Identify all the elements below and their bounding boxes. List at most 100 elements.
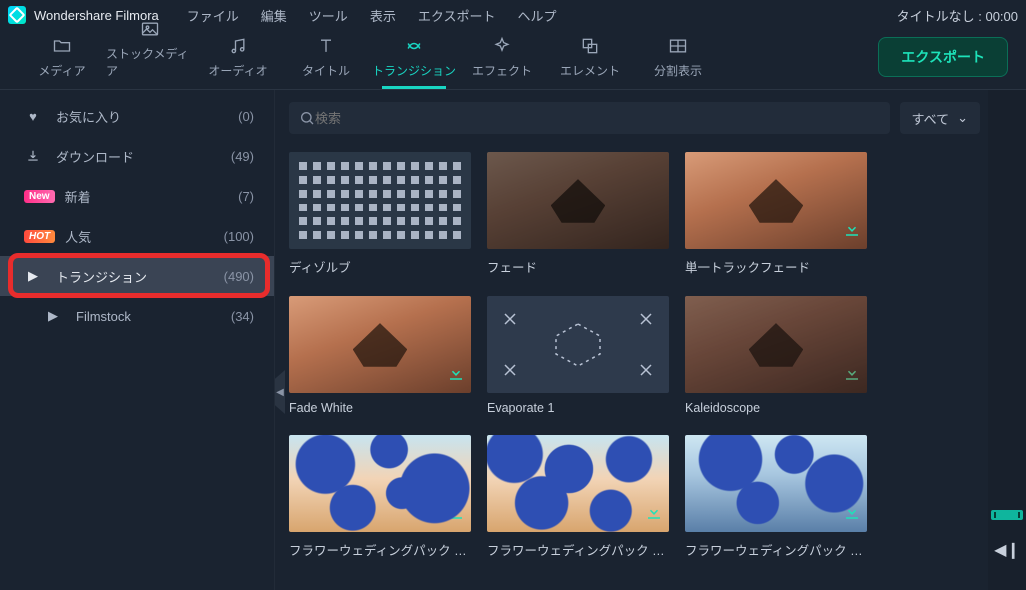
menu-export[interactable]: エクスポート — [418, 6, 496, 25]
split-icon — [668, 36, 688, 56]
tab-label: トランジション — [372, 62, 456, 79]
play-icon: ▶ — [24, 268, 42, 284]
download-icon — [843, 503, 861, 526]
tab-audio[interactable]: オーディオ — [194, 36, 282, 89]
layers-icon — [580, 36, 600, 56]
sidebar-label: 人気 — [65, 227, 91, 246]
tab-elements[interactable]: エレメント — [546, 36, 634, 89]
search-icon — [299, 110, 315, 126]
sidebar-item-filmstock[interactable]: ▶ Filmstock (34) — [0, 296, 274, 336]
transition-card[interactable]: フラワーウェディングパック トラ… — [289, 435, 471, 559]
timeline-clip[interactable] — [991, 510, 1023, 520]
transition-label: フラワーウェディングパック トラ… — [685, 540, 867, 559]
sidebar-count: (7) — [238, 189, 254, 204]
tab-label: エフェクト — [472, 62, 532, 79]
tab-label: ストックメディア — [106, 45, 194, 79]
content-header: すべて ⌄ — [289, 98, 1022, 138]
heart-icon: ♥ — [24, 109, 42, 124]
transition-thumb — [685, 435, 867, 532]
transition-thumb — [487, 435, 669, 532]
transition-label: フラワーウェディングパック トラ… — [289, 540, 471, 559]
sidebar-label: Filmstock — [76, 309, 131, 324]
music-icon — [228, 36, 248, 56]
menu-file[interactable]: ファイル — [187, 6, 239, 25]
download-icon — [447, 503, 465, 526]
tab-media[interactable]: メディア — [18, 36, 106, 89]
menu-bar: ファイル 編集 ツール 表示 エクスポート ヘルプ — [187, 6, 557, 25]
content: すべて ⌄ ディゾルブフェード単一トラックフェード Fade White Evapo… — [275, 90, 1026, 590]
transition-label: ディゾルブ — [289, 257, 471, 276]
sparkle-icon — [492, 36, 512, 56]
project-title: タイトルなし : 00:00 — [897, 6, 1018, 25]
transition-thumb — [289, 152, 471, 249]
download-icon — [447, 364, 465, 387]
menu-view[interactable]: 表示 — [370, 6, 396, 25]
folder-icon — [52, 36, 72, 56]
menu-tools[interactable]: ツール — [309, 6, 348, 25]
transition-grid: ディゾルブフェード単一トラックフェード Fade White Evaporate 1… — [289, 138, 1022, 567]
transition-card[interactable]: フラワーウェディングパック トラ… — [487, 435, 669, 559]
tab-label: オーディオ — [208, 62, 267, 79]
transition-card[interactable]: Kaleidoscope — [685, 296, 867, 415]
sidebar-item-favorites[interactable]: ♥ お気に入り (0) — [0, 96, 274, 136]
sidebar-count: (0) — [238, 109, 254, 124]
sidebar-count: (490) — [224, 269, 254, 284]
tab-label: 分割表示 — [654, 62, 702, 79]
app-logo — [8, 6, 26, 24]
transition-card[interactable]: フラワーウェディングパック トラ… — [685, 435, 867, 559]
sidebar-label: 新着 — [65, 187, 91, 206]
prev-button[interactable]: ◀❙ — [994, 540, 1020, 560]
sidebar-label: トランジション — [56, 267, 147, 286]
filter-dropdown[interactable]: すべて ⌄ — [900, 102, 980, 134]
transition-thumb — [289, 435, 471, 532]
badge-new: New — [24, 190, 55, 203]
export-button[interactable]: エクスポート — [878, 37, 1008, 77]
transition-label: Fade White — [289, 401, 471, 415]
transition-thumb — [685, 296, 867, 393]
transition-thumb — [487, 296, 669, 393]
download-icon — [645, 503, 663, 526]
tab-titles[interactable]: タイトル — [282, 36, 370, 89]
tab-transitions[interactable]: トランジション — [370, 36, 458, 89]
sidebar-label: ダウンロード — [56, 147, 134, 166]
transition-card[interactable]: Fade White — [289, 296, 471, 415]
text-icon — [316, 36, 336, 56]
download-icon — [24, 149, 42, 163]
transition-label: フェード — [487, 257, 669, 276]
transition-label: Evaporate 1 — [487, 401, 669, 415]
sidebar-item-downloads[interactable]: ダウンロード (49) — [0, 136, 274, 176]
badge-hot: HOT — [24, 230, 55, 243]
chevron-down-icon: ⌄ — [957, 110, 968, 126]
menu-edit[interactable]: 編集 — [261, 6, 287, 25]
transition-label: フラワーウェディングパック トラ… — [487, 540, 669, 559]
download-icon — [843, 364, 861, 387]
transition-label: Kaleidoscope — [685, 401, 867, 415]
sidebar-count: (34) — [231, 309, 254, 324]
sidebar-count: (100) — [224, 229, 254, 244]
search-box[interactable] — [289, 102, 890, 134]
sidebar-count: (49) — [231, 149, 254, 164]
image-icon — [140, 19, 160, 39]
sidebar-item-transitions[interactable]: ▶ トランジション (490) — [0, 256, 274, 296]
tab-stock[interactable]: ストックメディア — [106, 19, 194, 89]
transition-card[interactable]: ディゾルブ — [289, 152, 471, 276]
transition-card[interactable]: Evaporate 1 — [487, 296, 669, 415]
filter-label: すべて — [912, 109, 950, 128]
transition-icon — [404, 36, 424, 56]
download-icon — [843, 220, 861, 243]
toolbar: メディア ストックメディア オーディオ タイトル トランジション エフェクト エ… — [0, 30, 1026, 90]
transition-thumb — [487, 152, 669, 249]
menu-help[interactable]: ヘルプ — [517, 6, 556, 25]
tab-split[interactable]: 分割表示 — [634, 36, 722, 89]
play-icon: ▶ — [44, 308, 62, 324]
transition-thumb — [685, 152, 867, 249]
search-input[interactable] — [315, 111, 880, 126]
sidebar-item-hot[interactable]: HOT 人気 (100) — [0, 216, 274, 256]
transition-label: 単一トラックフェード — [685, 257, 867, 276]
tab-effects[interactable]: エフェクト — [458, 36, 546, 89]
transition-thumb — [289, 296, 471, 393]
transition-card[interactable]: フェード — [487, 152, 669, 276]
sidebar-label: お気に入り — [56, 107, 121, 126]
sidebar-item-new[interactable]: New 新着 (7) — [0, 176, 274, 216]
transition-card[interactable]: 単一トラックフェード — [685, 152, 867, 276]
